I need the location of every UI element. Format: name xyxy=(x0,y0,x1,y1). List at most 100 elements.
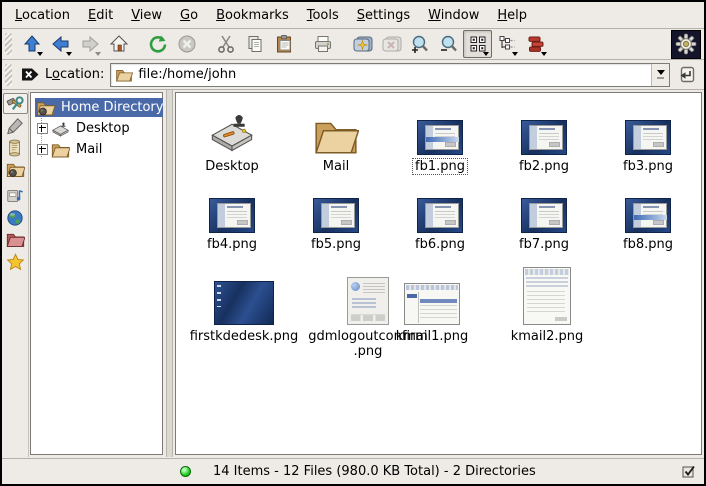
dropdown-arrow-icon xyxy=(512,52,518,56)
sidebar-tab-system[interactable] xyxy=(3,93,28,114)
menu-help[interactable]: Help xyxy=(488,3,536,28)
zoom-out-icon xyxy=(439,34,459,54)
menu-location[interactable]: Location xyxy=(6,3,79,28)
image-thumbnail xyxy=(417,120,463,155)
icon-view-button[interactable] xyxy=(463,30,492,58)
image-thumbnail xyxy=(404,283,460,325)
home-button[interactable] xyxy=(104,30,133,58)
network-globe-icon xyxy=(6,209,24,227)
toolbar-grip[interactable] xyxy=(5,33,12,55)
forward-button[interactable] xyxy=(75,30,104,58)
location-dropdown-button[interactable] xyxy=(651,64,669,86)
zoom-in-button[interactable] xyxy=(405,30,434,58)
sidebar-tab-bookmarks[interactable] xyxy=(3,251,28,272)
file-fb2[interactable]: fb2.png xyxy=(492,105,596,175)
home-folder-icon xyxy=(36,100,55,116)
copy-button[interactable] xyxy=(240,30,269,58)
home-icon xyxy=(109,34,129,54)
menu-window[interactable]: Window xyxy=(419,3,488,28)
image-thumbnail xyxy=(521,198,567,233)
menu-view[interactable]: View xyxy=(122,3,171,28)
image-thumbnail xyxy=(214,281,274,325)
zoom-in-icon xyxy=(410,34,430,54)
expand-plus-icon[interactable] xyxy=(37,123,48,134)
konqueror-window: Location Edit View Go Bookmarks Tools Se… xyxy=(0,0,706,486)
menu-go[interactable]: Go xyxy=(171,3,207,28)
expand-plus-icon[interactable] xyxy=(37,144,48,155)
sidebar-tab-annotate[interactable] xyxy=(3,115,28,136)
tree-view-button[interactable] xyxy=(492,30,521,58)
file-fb4[interactable]: fb4.png xyxy=(180,183,284,253)
status-led-icon xyxy=(180,466,191,477)
forward-arrow-icon xyxy=(80,34,100,54)
stop-button[interactable] xyxy=(172,30,201,58)
clear-location-button[interactable] xyxy=(17,61,43,89)
file-kmail2[interactable]: kmail2.png xyxy=(492,267,602,345)
back-button[interactable] xyxy=(46,30,75,58)
location-input[interactable] xyxy=(136,67,651,82)
file-fb1[interactable]: fb1.png xyxy=(388,105,492,175)
dropdown-arrow-icon xyxy=(483,52,489,56)
file-fb7[interactable]: fb7.png xyxy=(492,183,596,253)
tree-item-desktop[interactable]: Desktop xyxy=(31,118,162,139)
cut-button[interactable] xyxy=(211,30,240,58)
zoom-out-button[interactable] xyxy=(434,30,463,58)
detail-view-icon xyxy=(526,34,546,54)
file-fb5[interactable]: fb5.png xyxy=(284,183,388,253)
menu-tools[interactable]: Tools xyxy=(298,3,348,28)
up-button[interactable] xyxy=(17,30,46,58)
file-desktop[interactable]: Desktop xyxy=(180,105,284,175)
kde-throbber[interactable] xyxy=(671,30,701,59)
detail-view-button[interactable] xyxy=(521,30,550,58)
panel-splitter[interactable] xyxy=(163,90,175,457)
active-view-indicator-icon[interactable] xyxy=(682,465,696,478)
location-label: Location: xyxy=(45,67,104,82)
status-text: 14 Items - 12 Files (980.0 KB Total) - 2… xyxy=(213,464,536,479)
close-tab-button[interactable] xyxy=(376,30,405,58)
file-fb6[interactable]: fb6.png xyxy=(388,183,492,253)
sidebar-tab-root[interactable] xyxy=(3,229,28,250)
go-icon xyxy=(677,65,697,85)
tree-item-home[interactable]: Home Directory xyxy=(31,97,162,118)
dropdown-arrow-icon xyxy=(37,52,43,56)
reload-button[interactable] xyxy=(143,30,172,58)
sidebar-tab-network[interactable] xyxy=(3,207,28,228)
new-tab-button[interactable] xyxy=(347,30,376,58)
tree-view-icon xyxy=(497,34,517,54)
file-kmail1[interactable]: kmail1.png xyxy=(382,267,482,345)
folder-icon xyxy=(313,117,359,155)
file-mail[interactable]: Mail xyxy=(284,105,388,175)
menu-bookmarks[interactable]: Bookmarks xyxy=(207,3,298,28)
close-tab-icon xyxy=(380,34,402,54)
clear-location-icon xyxy=(21,67,40,82)
paste-button[interactable] xyxy=(269,30,298,58)
back-arrow-icon xyxy=(51,34,71,54)
up-arrow-icon xyxy=(22,34,42,54)
toolbar-grip[interactable] xyxy=(5,64,12,86)
sidebar-tab-history[interactable] xyxy=(3,137,28,158)
kde-gear-icon xyxy=(675,33,697,55)
image-thumbnail xyxy=(313,198,359,233)
sidebar-tab-services[interactable] xyxy=(3,185,28,206)
menubar: Location Edit View Go Bookmarks Tools Se… xyxy=(2,2,704,29)
system-tools-icon xyxy=(6,95,25,113)
icon-view: Desktop Mail fb1.png fb2.png xyxy=(175,92,702,455)
services-icon xyxy=(6,187,24,205)
folder-icon xyxy=(51,142,70,158)
stop-icon xyxy=(177,34,197,54)
sidebar-tab-home[interactable] xyxy=(3,159,28,180)
go-button[interactable] xyxy=(674,63,700,87)
folder-mini-icon xyxy=(115,67,133,82)
file-firstkdedesk[interactable]: firstkdedesk.png xyxy=(180,267,308,345)
image-thumbnail xyxy=(347,277,389,325)
history-scroll-icon xyxy=(6,139,24,157)
file-fb8[interactable]: fb8.png xyxy=(596,183,700,253)
menu-settings[interactable]: Settings xyxy=(348,3,419,28)
menu-edit[interactable]: Edit xyxy=(79,3,122,28)
dropdown-arrow-icon xyxy=(95,52,101,56)
image-thumbnail xyxy=(521,120,567,155)
dropdown-arrow-icon xyxy=(66,52,72,56)
file-fb3[interactable]: fb3.png xyxy=(596,105,700,175)
tree-item-mail[interactable]: Mail xyxy=(31,139,162,160)
print-button[interactable] xyxy=(308,30,337,58)
